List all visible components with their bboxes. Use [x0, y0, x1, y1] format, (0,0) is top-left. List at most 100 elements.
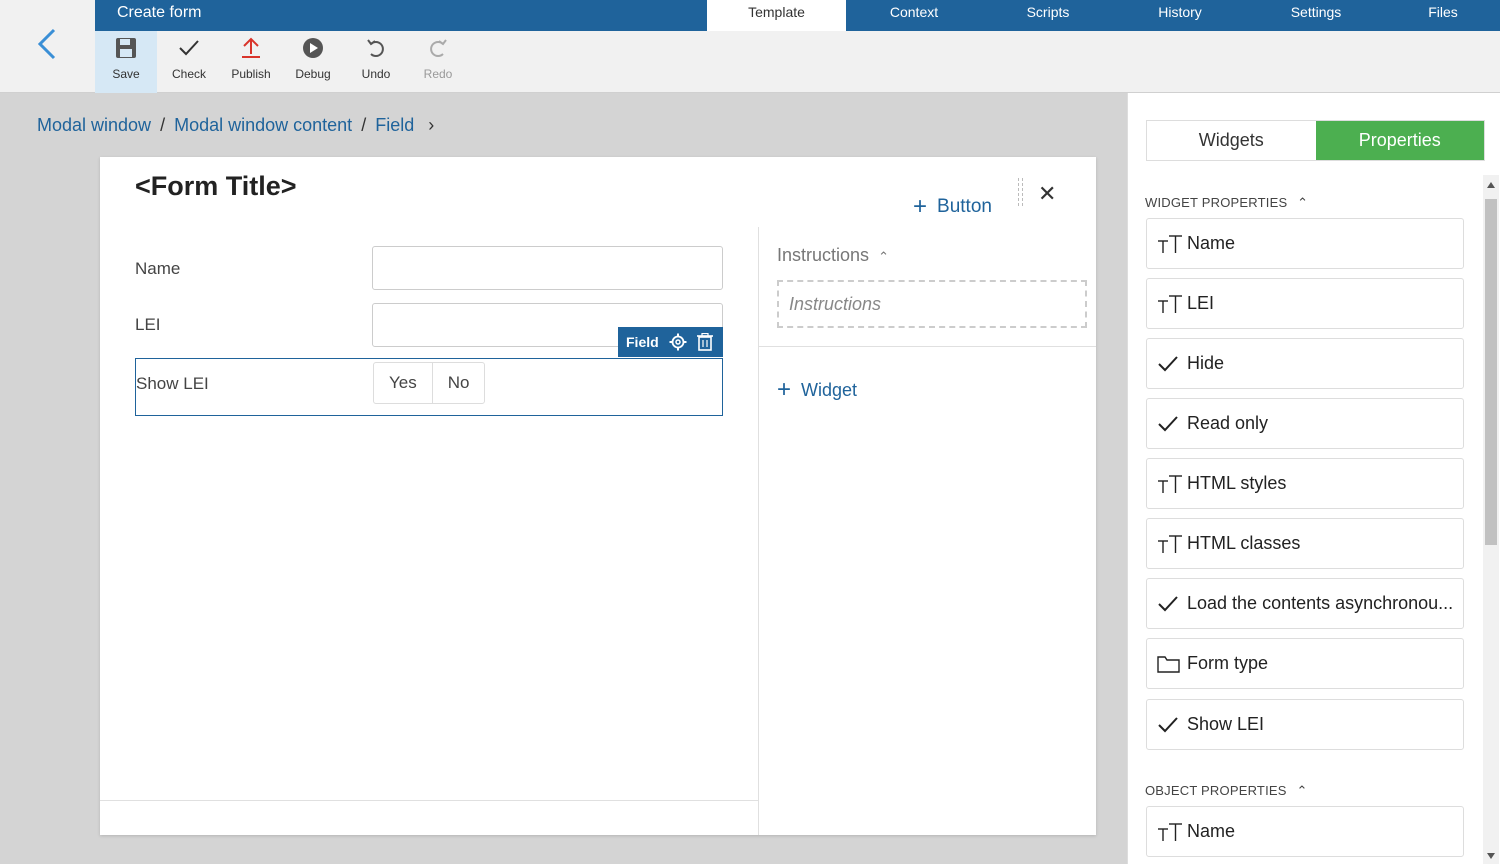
trash-icon[interactable] [696, 333, 713, 351]
name-field-input[interactable] [372, 246, 723, 290]
close-icon[interactable]: ✕ [1038, 181, 1056, 207]
check-icon [1157, 415, 1183, 433]
redo-button[interactable]: Redo [407, 31, 469, 93]
scroll-up-icon[interactable] [1487, 182, 1495, 188]
back-arrow-icon[interactable] [36, 28, 58, 60]
widget-properties-title: WIDGET PROPERTIES [1145, 195, 1288, 210]
prop-read-only[interactable]: Read only [1146, 398, 1464, 449]
breadcrumb-modal-window[interactable]: Modal window [37, 115, 151, 136]
prop-label: LEI [1187, 293, 1215, 313]
add-button-button[interactable]: + Button [913, 193, 992, 221]
lei-field-label: LEI [135, 315, 161, 334]
breadcrumb-separator: / [160, 115, 166, 135]
breadcrumb: Modal window / Modal window content / Fi… [37, 115, 443, 136]
check-icon [1157, 595, 1183, 613]
object-properties-header[interactable]: OBJECT PROPERTIES ⌃ [1145, 783, 1308, 799]
save-button[interactable]: Save [95, 31, 157, 93]
chevron-up-icon: ⌃ [1297, 195, 1309, 210]
plus-icon: + [777, 376, 792, 403]
no-option[interactable]: No [431, 363, 485, 403]
form-title[interactable]: <Form Title> [135, 171, 297, 202]
instructions-title: Instructions [777, 245, 870, 265]
tab-settings[interactable]: Settings [1246, 0, 1386, 31]
prop-name[interactable]: Name [1146, 218, 1464, 269]
add-widget-label: Widget [801, 379, 858, 400]
breadcrumb-separator: / [361, 115, 367, 135]
widget-properties-header[interactable]: WIDGET PROPERTIES ⌃ [1145, 195, 1308, 211]
publish-label: Publish [231, 67, 271, 81]
app-title: Create form [117, 4, 202, 21]
chevron-up-icon: ⌃ [878, 249, 889, 264]
prop-label: Read only [1187, 413, 1269, 433]
tab-template[interactable]: Template [707, 0, 846, 31]
tab-history[interactable]: History [1114, 0, 1246, 31]
breadcrumb-modal-window-content[interactable]: Modal window content [174, 115, 352, 136]
check-icon [1157, 716, 1183, 734]
prop-show-lei[interactable]: Show LEI [1146, 699, 1464, 750]
tab-scripts[interactable]: Scripts [982, 0, 1114, 31]
prop-lei[interactable]: LEI [1146, 278, 1464, 329]
undo-button[interactable]: Undo [345, 31, 407, 93]
chevron-up-icon: ⌃ [1296, 783, 1308, 798]
check-button[interactable]: Check [158, 31, 220, 93]
text-type-icon [1157, 534, 1183, 554]
instructions-divider [758, 346, 1096, 347]
add-widget-button[interactable]: + Widget [777, 376, 857, 404]
object-properties-title: OBJECT PROPERTIES [1145, 783, 1287, 798]
add-button-label: Button [937, 196, 992, 217]
column-divider [758, 227, 759, 835]
back-area [0, 0, 95, 93]
show-lei-label: Show LEI [136, 374, 209, 393]
prop-label: Hide [1187, 353, 1225, 373]
panel-tabs: Widgets Properties [1146, 120, 1485, 161]
prop-load-async[interactable]: Load the contents asynchronou... [1146, 578, 1464, 629]
undo-icon [345, 31, 407, 65]
plus-icon: + [913, 193, 928, 220]
modal-canvas: <Form Title> + Button ✕ Name LEI Show LE… [100, 157, 1096, 835]
scrollbar[interactable] [1483, 175, 1499, 864]
redo-label: Redo [423, 67, 453, 81]
toolbar: Save Check Publish Debug Undo Redo [95, 31, 1500, 93]
save-icon [95, 31, 157, 65]
right-panel: Widgets Properties WIDGET PROPERTIES ⌃ N… [1127, 93, 1500, 864]
folder-icon [1157, 655, 1183, 673]
footer-divider [100, 800, 758, 801]
save-label: Save [112, 67, 140, 81]
main-tabs: Template Context Scripts History Setting… [707, 0, 1500, 31]
name-field-label: Name [135, 259, 181, 278]
prop-label: Show LEI [1187, 714, 1265, 734]
prop-label: Name [1187, 233, 1236, 253]
check-icon [1157, 355, 1183, 373]
field-toolbar: Field [618, 327, 723, 357]
text-type-icon [1157, 474, 1183, 494]
play-icon [282, 31, 344, 65]
chevron-right-icon: › [428, 115, 435, 135]
tab-files[interactable]: Files [1386, 0, 1500, 31]
tab-widgets[interactable]: Widgets [1147, 121, 1316, 160]
text-type-icon [1157, 294, 1183, 314]
prop-form-type[interactable]: Form type [1146, 638, 1464, 689]
prop-html-styles[interactable]: HTML styles [1146, 458, 1464, 509]
prop-object-name[interactable]: Name [1146, 806, 1464, 857]
scroll-down-icon[interactable] [1487, 853, 1495, 859]
redo-icon [407, 31, 469, 65]
check-label: Check [171, 67, 206, 81]
tab-context[interactable]: Context [846, 0, 982, 31]
tab-properties[interactable]: Properties [1315, 121, 1484, 160]
debug-label: Debug [295, 67, 331, 81]
yes-option[interactable]: Yes [374, 363, 432, 403]
check-icon [158, 31, 220, 65]
gear-icon[interactable] [669, 333, 687, 351]
drag-handle[interactable] [1018, 178, 1023, 206]
instructions-box[interactable]: Instructions [777, 280, 1087, 328]
field-tag-label: Field [626, 334, 659, 350]
undo-label: Undo [361, 67, 391, 81]
prop-html-classes[interactable]: HTML classes [1146, 518, 1464, 569]
prop-hide[interactable]: Hide [1146, 338, 1464, 389]
publish-button[interactable]: Publish [220, 31, 282, 93]
breadcrumb-field[interactable]: Field [375, 115, 414, 136]
prop-label: Name [1187, 821, 1236, 841]
debug-button[interactable]: Debug [282, 31, 344, 93]
instructions-header[interactable]: Instructions ⌃ [777, 245, 889, 266]
scroll-thumb[interactable] [1485, 199, 1497, 545]
